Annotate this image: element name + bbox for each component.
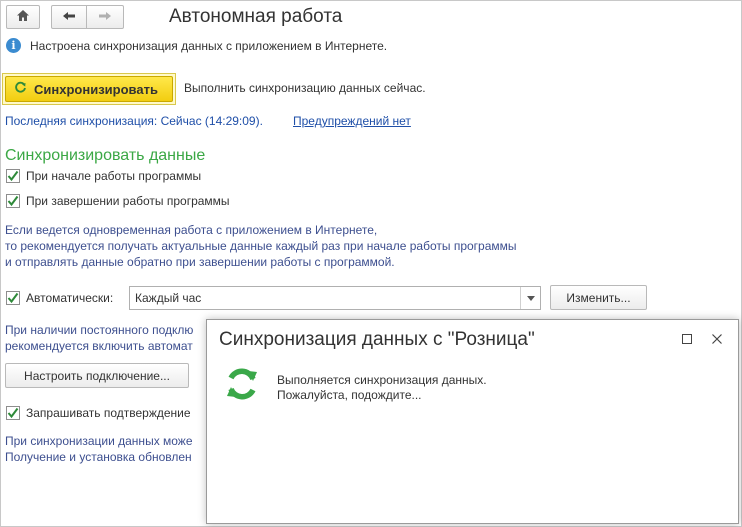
- sync-button-label: Синхронизировать: [34, 81, 158, 97]
- auto-label: Автоматически:: [26, 291, 114, 305]
- close-icon: [712, 333, 722, 347]
- note-line: рекомендуется включить автомат: [5, 339, 193, 353]
- dialog-title: Синхронизация данных с "Розница": [219, 329, 535, 350]
- on-exit-checkbox-row[interactable]: При завершении работы программы: [6, 194, 230, 208]
- main-window: Автономная работа i Настроена синхрониза…: [0, 0, 742, 527]
- setup-connection-button[interactable]: Настроить подключение...: [5, 363, 189, 388]
- confirm-checkbox[interactable]: [6, 406, 20, 420]
- maximize-icon: [682, 333, 692, 347]
- home-button[interactable]: [6, 5, 40, 29]
- arrow-left-icon: [62, 10, 76, 24]
- info-text: Настроена синхронизация данных с приложе…: [30, 38, 388, 53]
- note-line: Получение и установка обновлен: [5, 450, 192, 464]
- back-button[interactable]: [51, 5, 87, 29]
- last-sync-status: Последняя синхронизация: Сейчас (14:29:0…: [5, 114, 263, 128]
- maximize-button[interactable]: [677, 330, 697, 350]
- dialog-message: Выполняется синхронизация данных. Пожалу…: [277, 373, 487, 403]
- note-line: При наличии постоянного подклю: [5, 323, 194, 337]
- auto-checkbox[interactable]: [6, 291, 20, 305]
- note-line: При синхронизации данных може: [5, 434, 193, 448]
- warnings-link[interactable]: Предупреждений нет: [293, 114, 411, 128]
- chevron-down-icon[interactable]: [520, 287, 540, 309]
- connection-note: При наличии постоянного подклю рекоменду…: [5, 322, 205, 354]
- on-exit-checkbox[interactable]: [6, 194, 20, 208]
- schedule-select[interactable]: Каждый час: [129, 286, 541, 310]
- close-button[interactable]: [707, 330, 727, 350]
- confirm-label: Запрашивать подтверждение: [26, 406, 191, 420]
- checkmark-icon: [7, 407, 19, 419]
- on-exit-label: При завершении работы программы: [26, 194, 230, 208]
- message-line: Выполняется синхронизация данных.: [277, 373, 487, 387]
- change-schedule-button[interactable]: Изменить...: [550, 285, 647, 310]
- schedule-value: Каждый час: [135, 291, 202, 305]
- sync-progress-dialog: Синхронизация данных с "Розница" Выполня…: [206, 319, 739, 524]
- section-note: Если ведется одновременная работа с прил…: [5, 222, 517, 270]
- arrow-right-icon: [98, 10, 112, 24]
- confirm-checkbox-row[interactable]: Запрашивать подтверждение: [6, 406, 206, 420]
- sync-button[interactable]: Синхронизировать: [2, 73, 176, 105]
- update-note: При синхронизации данных може Получение …: [5, 433, 205, 465]
- info-icon: i: [6, 38, 21, 53]
- sync-description: Выполнить синхронизацию данных сейчас.: [184, 81, 426, 95]
- home-icon: [16, 9, 30, 25]
- refresh-icon: [14, 81, 27, 97]
- on-start-checkbox[interactable]: [6, 169, 20, 183]
- checkmark-icon: [7, 170, 19, 182]
- note-line: и отправлять данные обратно при завершен…: [5, 255, 395, 269]
- message-line: Пожалуйста, подождите...: [277, 388, 422, 402]
- checkmark-icon: [7, 195, 19, 207]
- page-title: Автономная работа: [169, 6, 343, 27]
- forward-button[interactable]: [86, 5, 124, 29]
- sync-spinner-icon: [224, 366, 260, 405]
- on-start-label: При начале работы программы: [26, 169, 202, 183]
- note-line: то рекомендуется получать актуальные дан…: [5, 239, 517, 253]
- checkmark-icon: [7, 292, 19, 304]
- section-title: Синхронизировать данные: [5, 147, 206, 164]
- note-line: Если ведется одновременная работа с прил…: [5, 223, 378, 237]
- info-message: i Настроена синхронизация данных с прило…: [6, 38, 387, 53]
- on-start-checkbox-row[interactable]: При начале работы программы: [6, 169, 201, 183]
- auto-checkbox-row[interactable]: Автоматически:: [6, 291, 113, 305]
